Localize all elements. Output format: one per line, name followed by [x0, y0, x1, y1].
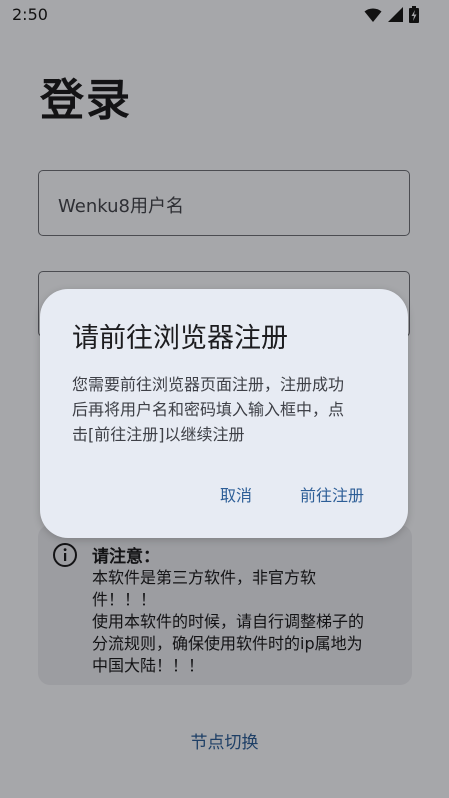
dialog-body-line: 击[前往注册]以继续注册 — [72, 425, 245, 444]
dialog-title: 请前往浏览器注册 — [72, 323, 288, 354]
register-dialog: 请前往浏览器注册 您需要前往浏览器页面注册，注册成功 后再将用户名和密码填入输入… — [40, 289, 408, 538]
go-register-button[interactable]: 前往注册 — [300, 482, 364, 506]
dialog-body-line: 您需要前往浏览器页面注册，注册成功 — [72, 375, 345, 394]
dialog-body: 您需要前往浏览器页面注册，注册成功 后再将用户名和密码填入输入框中，点 击[前往… — [72, 372, 384, 447]
dialog-body-line: 后再将用户名和密码填入输入框中，点 — [72, 400, 345, 419]
cancel-button[interactable]: 取消 — [220, 482, 252, 506]
dialog-actions: 取消 前往注册 — [220, 482, 364, 506]
